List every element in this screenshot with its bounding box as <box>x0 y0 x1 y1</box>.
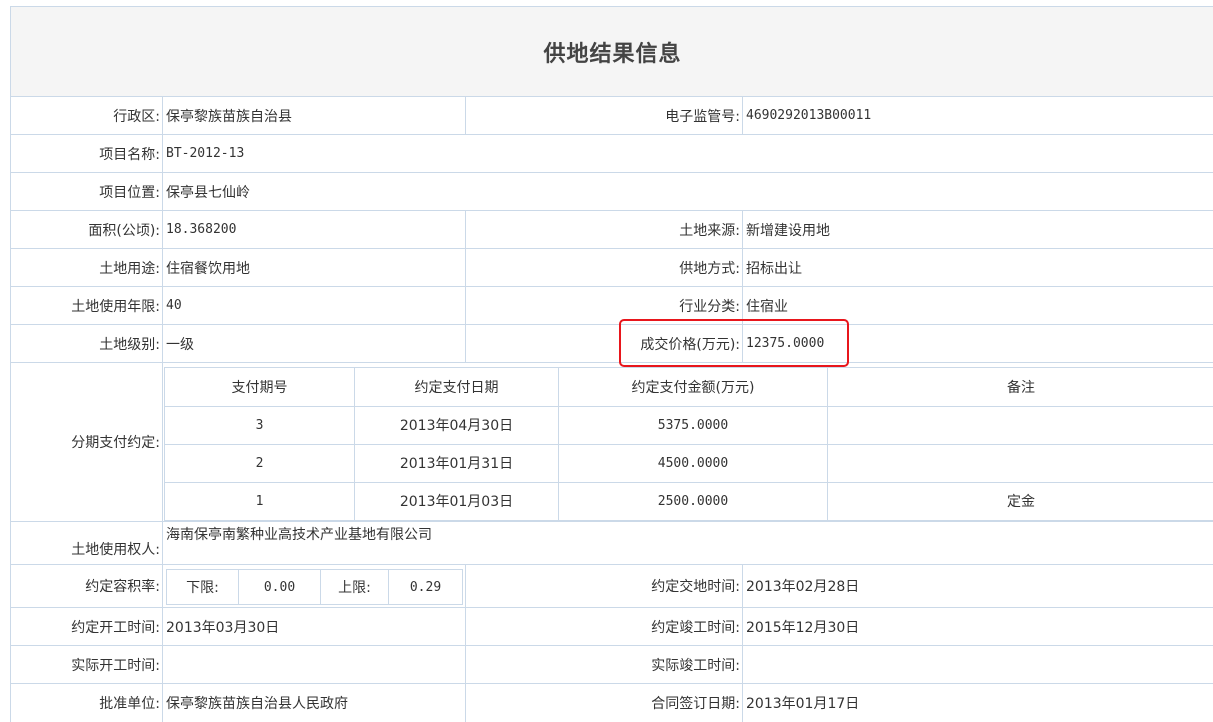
far-upper-value: 0.29 <box>388 570 462 604</box>
value-land-use: 住宿餐饮用地 <box>162 249 465 286</box>
label-project-location: 项目位置: <box>99 184 160 201</box>
value-area: 18.368200 <box>162 211 465 248</box>
label-approver: 批准单位: <box>99 696 160 712</box>
value-land-source: 新增建设用地 <box>742 211 1213 248</box>
cell-remark <box>827 406 1213 444</box>
cell-pay-date: 2013年01月03日 <box>354 482 558 520</box>
header-pay-amount: 约定支付金额(万元) <box>558 368 827 406</box>
row-use-years: 土地使用年限: 40 行业分类: 住宿业 <box>11 287 1213 325</box>
label-e-supervision-no: 电子监管号: <box>465 97 742 134</box>
row-installments: 分期支付约定: 支付期号 约定支付日期 约定支付金额(万元) 备注 3 2013… <box>11 363 1213 522</box>
value-use-years: 40 <box>162 287 465 324</box>
value-planned-start: 2013年03月30日 <box>162 608 465 645</box>
label-planned-finish: 约定竣工时间: <box>465 608 742 645</box>
cell-pay-amount: 2500.0000 <box>558 482 827 520</box>
label-far: 约定容积率: <box>85 579 160 595</box>
value-contract-date: 2013年01月17日 <box>742 684 1213 722</box>
label-handover-time: 约定交地时间: <box>465 565 742 607</box>
far-lower-value: 0.00 <box>238 570 320 604</box>
cell-pay-amount: 4500.0000 <box>558 444 827 482</box>
value-project-name: BT-2012-13 <box>162 135 1213 172</box>
label-land-user: 土地使用权人: <box>71 542 160 558</box>
value-admin-region: 保亭黎族苗族自治县 <box>162 97 465 134</box>
label-actual-finish: 实际竣工时间: <box>465 646 742 683</box>
table-row: 1 2013年01月03日 2500.0000 定金 <box>164 482 1213 521</box>
header-pay-date: 约定支付日期 <box>354 368 558 406</box>
page-title: 供地结果信息 <box>543 41 682 67</box>
label-planned-start: 约定开工时间: <box>71 619 160 636</box>
row-approver: 批准单位: 保亭黎族苗族自治县人民政府 合同签订日期: 2013年01月17日 <box>11 684 1213 722</box>
label-actual-start: 实际开工时间: <box>71 657 160 674</box>
row-land-user: 土地使用权人: 海南保亭南繁种业高技术产业基地有限公司 <box>11 522 1213 565</box>
header-remark: 备注 <box>827 368 1213 406</box>
deal-price-highlight <box>619 319 849 367</box>
label-contract-date: 合同签订日期: <box>465 684 742 722</box>
value-approver: 保亭黎族苗族自治县人民政府 <box>162 684 465 722</box>
row-land-level: 土地级别: 一级 成交价格(万元): 12375.0000 <box>11 325 1213 363</box>
value-supply-method: 招标出让 <box>742 249 1213 286</box>
title-bar: 供地结果信息 <box>11 7 1213 97</box>
row-project-name: 项目名称: BT-2012-13 <box>11 135 1213 173</box>
cell-period-no: 1 <box>164 482 354 520</box>
label-land-use: 土地用途: <box>99 260 160 277</box>
label-supply-method: 供地方式: <box>465 249 742 286</box>
row-area: 面积(公顷): 18.368200 土地来源: 新增建设用地 <box>11 211 1213 249</box>
label-area: 面积(公顷): <box>88 222 160 239</box>
cell-remark <box>827 444 1213 482</box>
label-use-years: 土地使用年限: <box>71 298 160 315</box>
row-project-location: 项目位置: 保亭县七仙岭 <box>11 173 1213 211</box>
value-handover-time: 2013年02月28日 <box>742 565 1213 607</box>
far-lower-label: 下限: <box>186 580 219 596</box>
value-land-user: 海南保亭南繁种业高技术产业基地有限公司 <box>162 522 1213 564</box>
label-land-source: 土地来源: <box>465 211 742 248</box>
row-land-use: 土地用途: 住宿餐饮用地 供地方式: 招标出让 <box>11 249 1213 287</box>
label-installments: 分期支付约定: <box>71 435 160 451</box>
row-far: 约定容积率: 下限: 0.00 上限: 0.29 约定交地时间: 2013年02… <box>11 565 1213 608</box>
row-admin-region: 行政区: 保亭黎族苗族自治县 电子监管号: 4690292013B00011 <box>11 97 1213 135</box>
label-land-level: 土地级别: <box>99 336 160 353</box>
far-box: 下限: 0.00 上限: 0.29 <box>166 569 463 605</box>
value-actual-start <box>162 646 465 683</box>
value-project-location: 保亭县七仙岭 <box>162 173 1213 210</box>
result-info-table: 供地结果信息 行政区: 保亭黎族苗族自治县 电子监管号: 4690292013B… <box>10 6 1213 722</box>
label-project-name: 项目名称: <box>99 146 160 163</box>
cell-pay-date: 2013年04月30日 <box>354 406 558 444</box>
value-land-level: 一级 <box>162 325 465 362</box>
value-planned-finish: 2015年12月30日 <box>742 608 1213 645</box>
value-e-supervision-no: 4690292013B00011 <box>742 97 1213 134</box>
header-period-no: 支付期号 <box>164 368 354 406</box>
far-upper-label: 上限: <box>320 570 388 604</box>
table-row: 2 2013年01月31日 4500.0000 <box>164 444 1213 483</box>
table-row: 3 2013年04月30日 5375.0000 <box>164 406 1213 445</box>
row-actual-start: 实际开工时间: 实际竣工时间: <box>11 646 1213 684</box>
label-admin-region: 行政区: <box>113 108 160 125</box>
value-actual-finish <box>742 646 1213 683</box>
row-planned-start: 约定开工时间: 2013年03月30日 约定竣工时间: 2015年12月30日 <box>11 608 1213 646</box>
cell-period-no: 3 <box>164 406 354 444</box>
cell-pay-date: 2013年01月31日 <box>354 444 558 482</box>
cell-pay-amount: 5375.0000 <box>558 406 827 444</box>
installments-header-row: 支付期号 约定支付日期 约定支付金额(万元) 备注 <box>164 367 1213 407</box>
cell-period-no: 2 <box>164 444 354 482</box>
cell-remark: 定金 <box>827 482 1213 520</box>
